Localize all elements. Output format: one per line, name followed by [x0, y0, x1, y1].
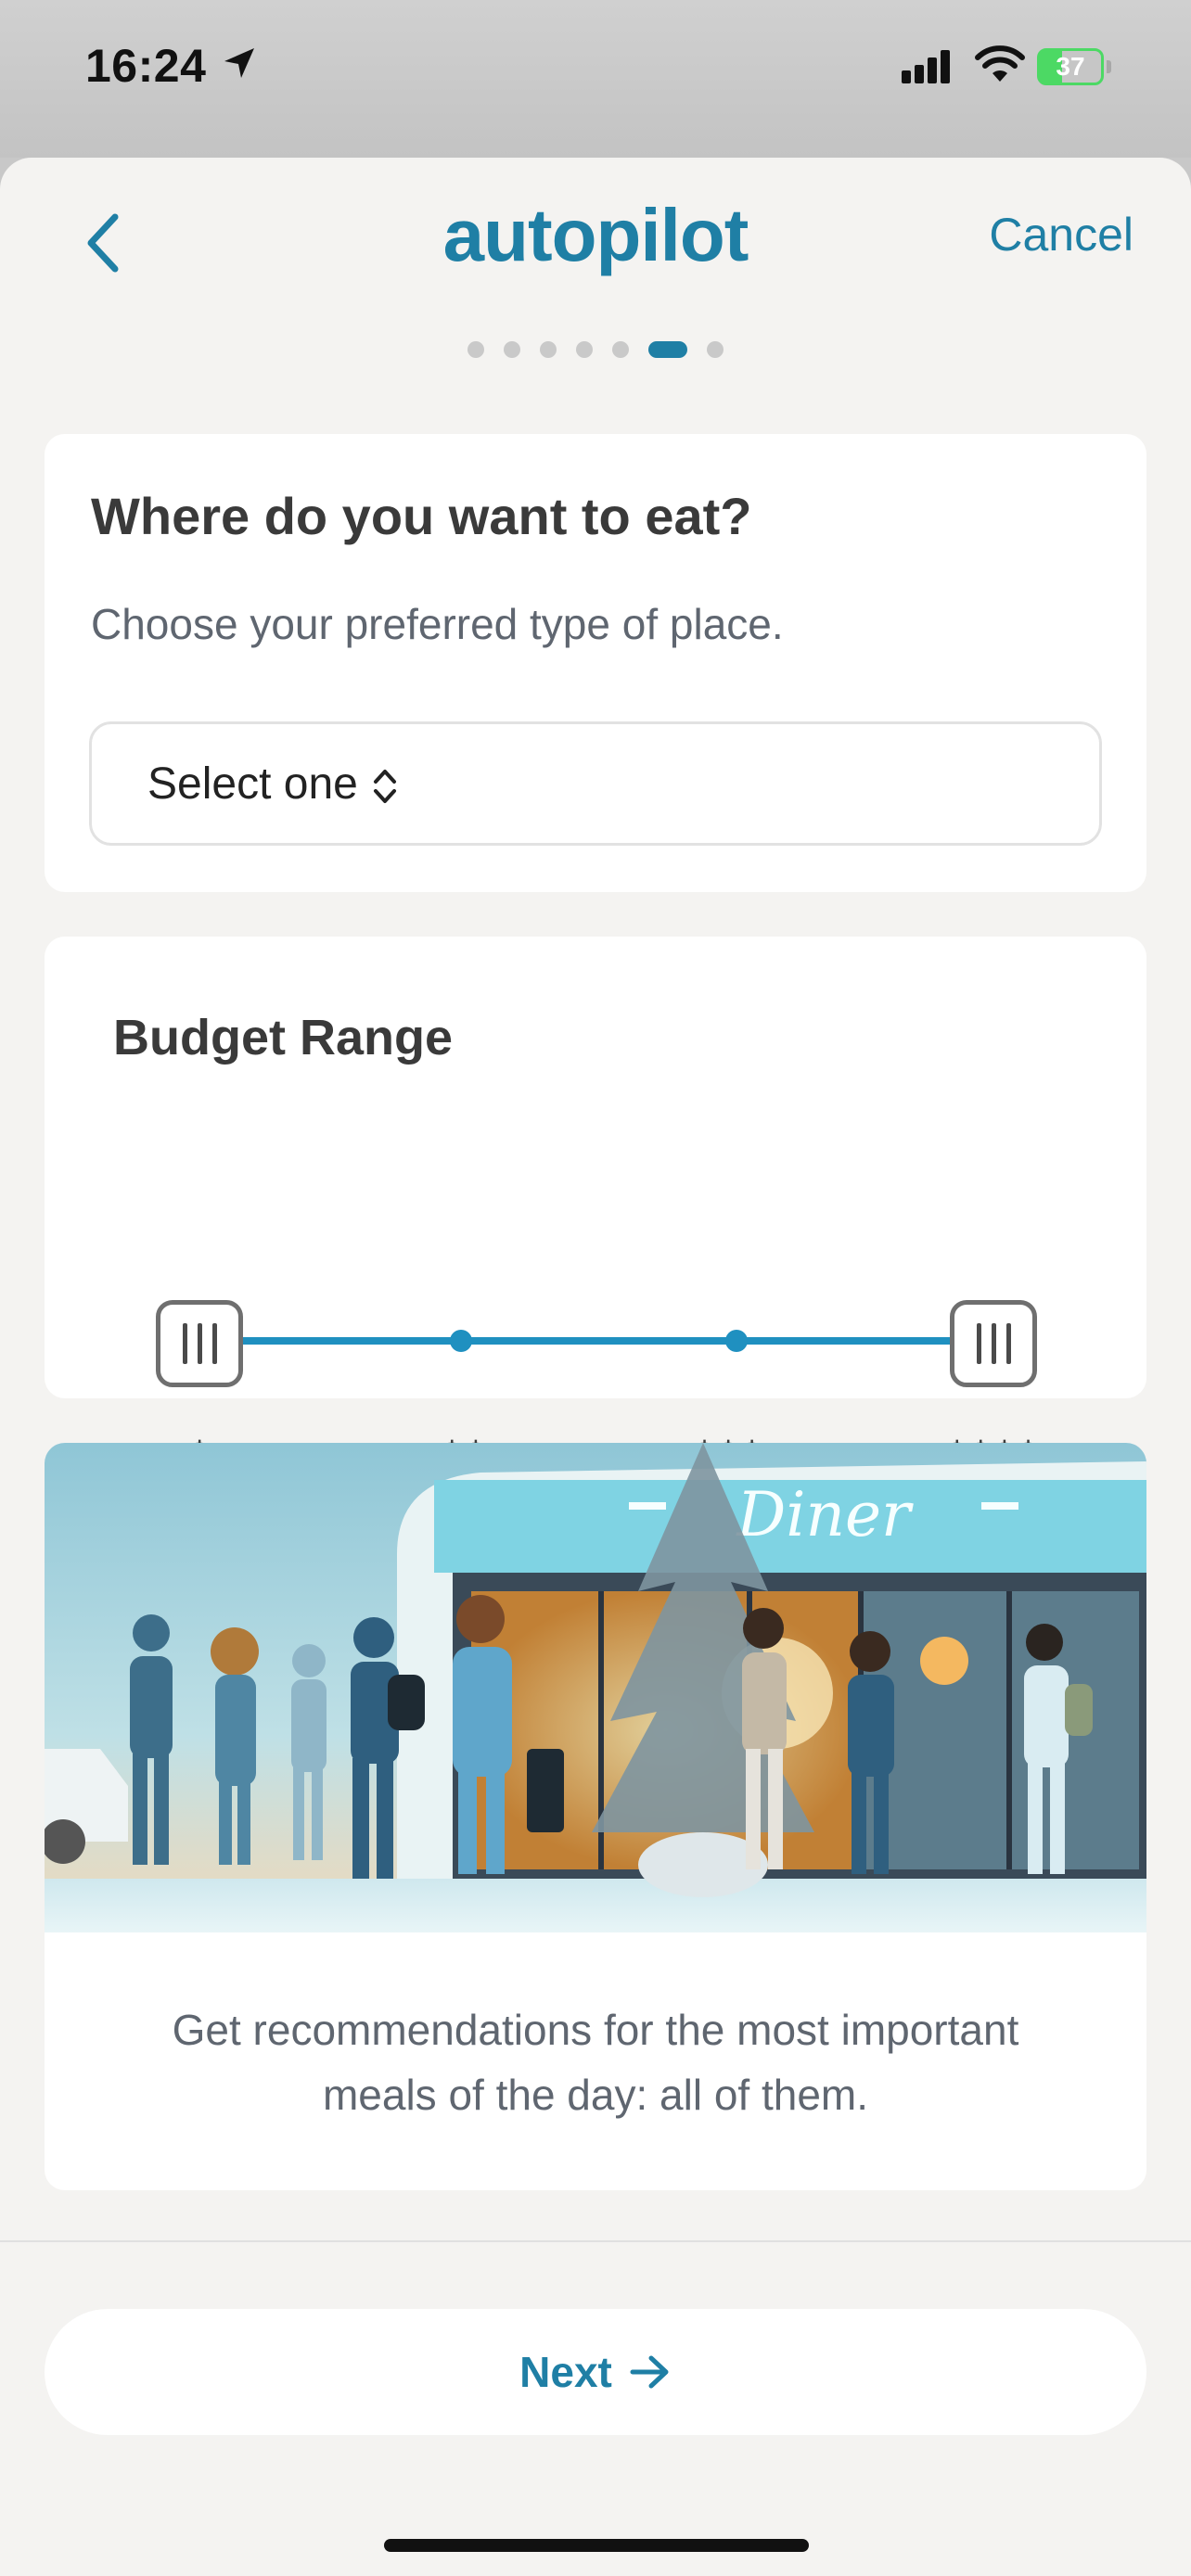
place-type-card: Where do you want to eat? Choose your pr…	[45, 434, 1146, 892]
footer-divider	[0, 2240, 1191, 2242]
diner-sign-text: Diner	[736, 1479, 914, 1550]
budget-max-handle[interactable]	[950, 1300, 1037, 1387]
place-type-subtitle: Choose your preferred type of place.	[91, 600, 784, 648]
budget-range-title: Budget Range	[113, 1010, 454, 1065]
step-dot-active	[648, 341, 687, 358]
budget-slider-track[interactable]	[200, 1337, 998, 1345]
next-button[interactable]: Next	[45, 2309, 1146, 2435]
step-dot	[467, 341, 484, 358]
home-indicator	[384, 2539, 809, 2552]
battery-percent: 37	[1056, 52, 1085, 81]
illustration-card: Diner Get recommendations for the most i…	[45, 1443, 1146, 2190]
status-time: 16:24	[85, 40, 207, 92]
step-dot	[707, 341, 724, 358]
budget-slider-stop	[725, 1330, 748, 1352]
step-indicator	[0, 341, 1191, 358]
diner-illustration: Diner	[45, 1443, 1146, 1932]
budget-range-card: Budget Range $ $$ $$$ $$$$	[45, 937, 1146, 1481]
place-type-select-value: Select one	[147, 759, 358, 809]
next-button-label: Next	[519, 2348, 612, 2396]
budget-slider-stop	[450, 1330, 472, 1352]
onboarding-sheet: autopilot Cancel Where do you want to ea…	[0, 158, 1191, 2576]
status-bar: 16:24 37	[0, 0, 1191, 158]
step-dot	[576, 341, 593, 358]
illustration-caption: Get recommendations for the most importa…	[172, 2006, 1019, 2119]
location-arrow-icon	[224, 48, 254, 78]
place-type-title: Where do you want to eat?	[91, 487, 752, 545]
step-dot	[504, 341, 520, 358]
budget-min-handle[interactable]	[156, 1300, 243, 1387]
step-dot	[612, 341, 629, 358]
cancel-button[interactable]: Cancel	[989, 208, 1133, 261]
place-type-select[interactable]: Select one	[89, 721, 1102, 846]
chevron-up-down-icon	[373, 770, 396, 803]
step-dot	[540, 341, 557, 358]
wifi-icon	[975, 45, 1025, 82]
arrow-right-icon	[630, 2355, 669, 2389]
battery-icon: 37	[1037, 48, 1113, 85]
cellular-signal-icon	[902, 50, 950, 83]
